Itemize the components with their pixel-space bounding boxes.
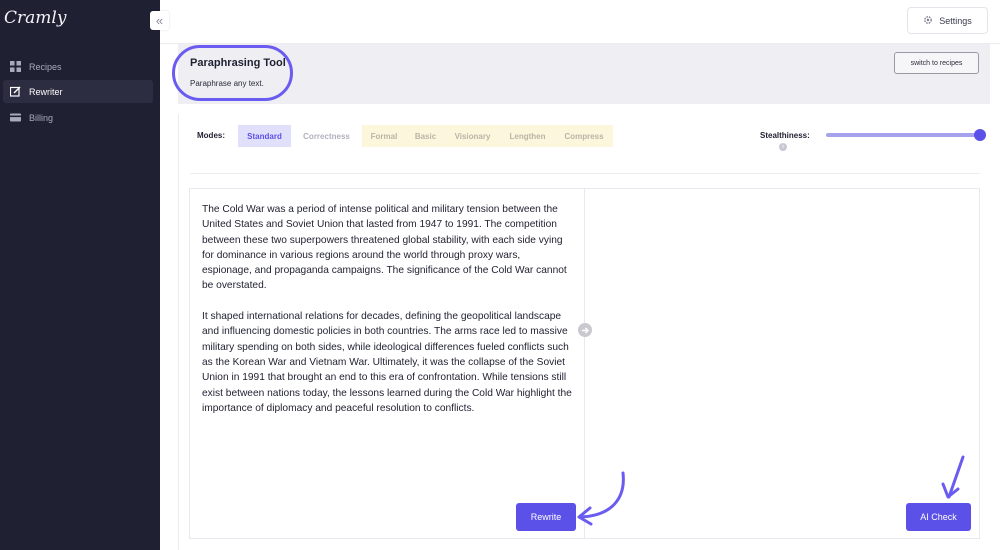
gear-icon bbox=[923, 15, 933, 27]
chevrons-left-icon: « bbox=[155, 13, 164, 28]
input-paragraph: It shaped international relations for de… bbox=[202, 311, 572, 414]
stealthiness-slider[interactable] bbox=[826, 133, 980, 137]
sidebar-item-label: Recipes bbox=[29, 61, 62, 72]
mode-visionary[interactable]: Visionary bbox=[445, 125, 500, 147]
sidebar-item-label: Rewriter bbox=[29, 86, 63, 97]
divider bbox=[190, 173, 980, 174]
input-textarea[interactable]: The Cold War was a period of intense pol… bbox=[202, 202, 572, 431]
rewrite-button[interactable]: Rewrite bbox=[516, 503, 576, 531]
sidebar: Cramly Recipes Rewriter Billing bbox=[0, 0, 160, 550]
page-header bbox=[178, 44, 990, 104]
sidebar-item-billing[interactable]: Billing bbox=[3, 106, 153, 129]
output-textarea[interactable] bbox=[594, 200, 970, 490]
settings-button[interactable]: Settings bbox=[907, 7, 988, 34]
card-icon bbox=[9, 112, 21, 124]
stealthiness-label: Stealthiness: bbox=[760, 131, 810, 140]
arrow-right-icon bbox=[578, 323, 592, 337]
topbar: Settings bbox=[160, 0, 1000, 44]
switch-to-recipes-button[interactable]: switch to recipes bbox=[894, 52, 979, 74]
mode-correctness[interactable]: Correctness bbox=[295, 125, 358, 147]
mode-standard[interactable]: Standard bbox=[238, 125, 291, 147]
edit-icon bbox=[9, 86, 21, 98]
mode-lengthen[interactable]: Lengthen bbox=[500, 125, 555, 147]
annotation-circle bbox=[172, 45, 293, 101]
modes-label: Modes: bbox=[197, 131, 225, 140]
mode-basic[interactable]: Basic bbox=[406, 125, 445, 147]
input-paragraph: The Cold War was a period of intense pol… bbox=[202, 204, 567, 292]
app-logo[interactable]: Cramly bbox=[4, 8, 66, 28]
mode-formal[interactable]: Formal bbox=[362, 125, 406, 147]
settings-label: Settings bbox=[939, 15, 972, 26]
slider-thumb[interactable] bbox=[974, 129, 986, 141]
ai-check-button[interactable]: AI Check bbox=[906, 503, 971, 531]
info-icon[interactable]: i bbox=[779, 143, 787, 151]
sidebar-item-label: Billing bbox=[29, 112, 54, 123]
sidebar-item-recipes[interactable]: Recipes bbox=[3, 55, 153, 78]
sidebar-item-rewriter[interactable]: Rewriter bbox=[3, 80, 153, 103]
collapse-sidebar-button[interactable]: « bbox=[150, 11, 169, 30]
editor-divider bbox=[584, 188, 585, 539]
grid-icon bbox=[9, 61, 21, 73]
mode-compress[interactable]: Compress bbox=[555, 125, 613, 147]
